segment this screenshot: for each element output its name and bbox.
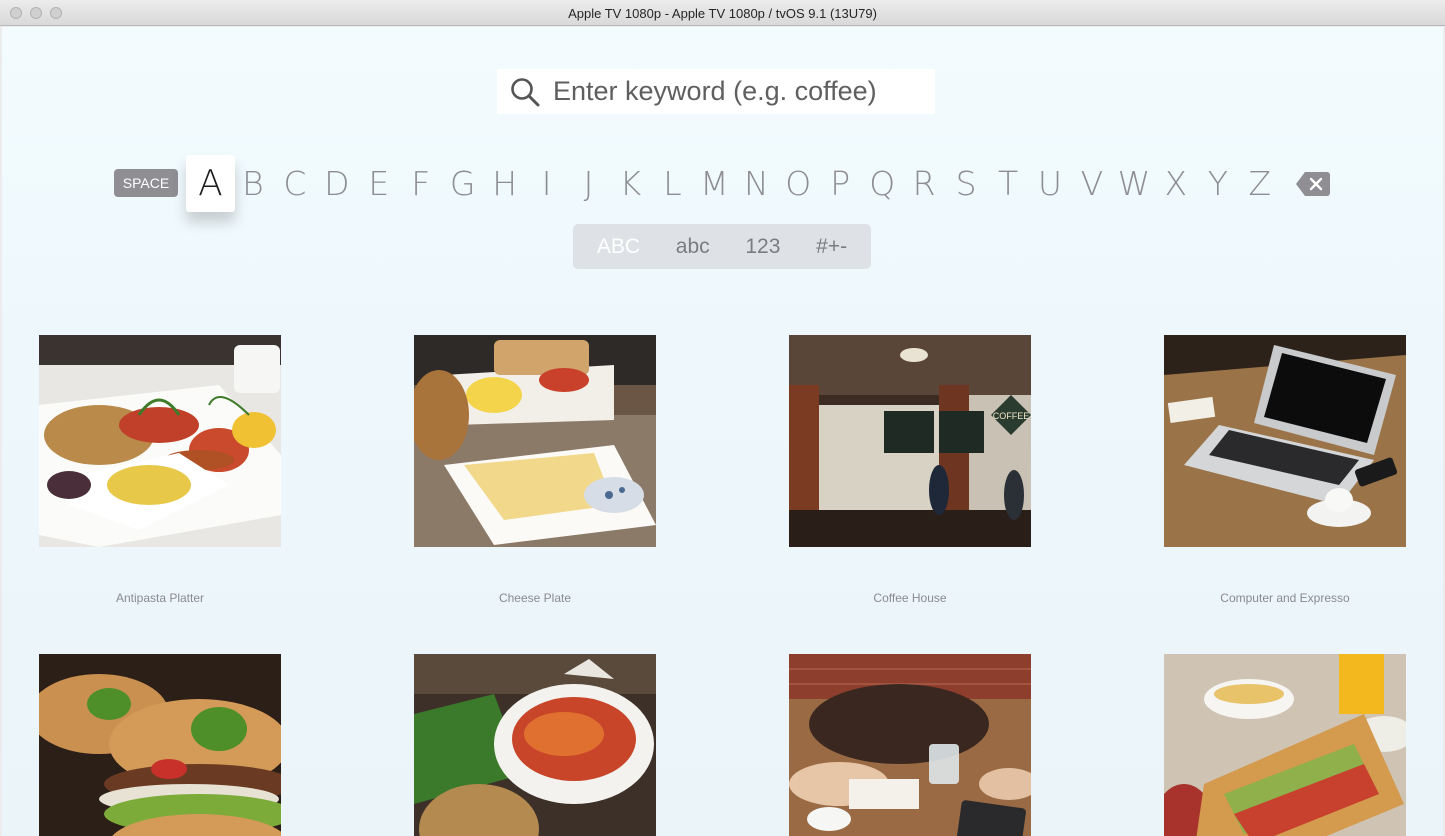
letter-key-e[interactable]: E bbox=[358, 155, 400, 211]
letter-key-z[interactable]: Z bbox=[1239, 155, 1281, 211]
letter-key-i[interactable]: I bbox=[526, 155, 568, 211]
letter-key-n[interactable]: N bbox=[735, 155, 777, 211]
cheese-plate-photo bbox=[414, 335, 656, 547]
letter-key-y[interactable]: Y bbox=[1197, 155, 1239, 211]
letter-key-g[interactable]: G bbox=[442, 155, 484, 211]
letter-key-w[interactable]: W bbox=[1113, 155, 1155, 211]
letter-key-q[interactable]: Q bbox=[861, 155, 903, 211]
letter-key-p[interactable]: P bbox=[819, 155, 861, 211]
result-tile[interactable] bbox=[39, 654, 281, 836]
burger-photo bbox=[39, 654, 281, 836]
search-input[interactable] bbox=[553, 76, 923, 107]
letter-key-c[interactable]: C bbox=[274, 155, 316, 211]
letter-key-t[interactable]: T bbox=[987, 155, 1029, 211]
result-tile[interactable] bbox=[414, 654, 656, 836]
letter-key-f[interactable]: F bbox=[400, 155, 442, 211]
keyboard-row: SPACE ABCDEFGHIJKLMNOPQRSTUVWXYZ bbox=[2, 155, 1443, 215]
laptop-espresso-photo bbox=[1164, 335, 1406, 547]
antipasta-platter-photo bbox=[39, 335, 281, 547]
mode-numbers[interactable]: 123 bbox=[745, 235, 780, 259]
pasta-bowl-photo bbox=[414, 654, 656, 836]
tv-screen: SPACE ABCDEFGHIJKLMNOPQRSTUVWXYZ ABC abc… bbox=[2, 27, 1443, 836]
letter-key-d[interactable]: D bbox=[316, 155, 358, 211]
mode-uppercase[interactable]: ABC bbox=[597, 235, 640, 259]
mode-lowercase[interactable]: abc bbox=[676, 235, 710, 259]
result-tile[interactable] bbox=[1164, 654, 1406, 836]
meeting-table-photo bbox=[789, 654, 1031, 836]
letter-key-x[interactable]: X bbox=[1155, 155, 1197, 211]
search-icon bbox=[511, 77, 540, 106]
keyboard-mode-selector: ABC abc 123 #+- bbox=[573, 224, 871, 269]
coffee-house-photo: COFFEE bbox=[789, 335, 1031, 547]
result-caption: Antipasta Platter bbox=[115, 591, 205, 605]
result-tile[interactable]: Computer and Expresso bbox=[1164, 335, 1406, 605]
result-caption: Computer and Expresso bbox=[1220, 591, 1350, 605]
letter-key-o[interactable]: O bbox=[777, 155, 819, 211]
letter-key-u[interactable]: U bbox=[1029, 155, 1071, 211]
letter-key-v[interactable]: V bbox=[1071, 155, 1113, 211]
search-bar[interactable] bbox=[497, 69, 935, 114]
result-tile[interactable]: Cheese Plate bbox=[414, 335, 656, 605]
letter-key-j[interactable]: J bbox=[568, 155, 610, 211]
delete-key-icon[interactable] bbox=[1296, 172, 1330, 196]
window-titlebar: Apple TV 1080p - Apple TV 1080p / tvOS 9… bbox=[0, 0, 1445, 26]
letter-key-b[interactable]: B bbox=[232, 155, 274, 211]
space-key[interactable]: SPACE bbox=[114, 169, 178, 197]
mode-symbols[interactable]: #+- bbox=[816, 235, 847, 259]
letter-key-r[interactable]: R bbox=[903, 155, 945, 211]
result-tile[interactable] bbox=[789, 654, 1031, 836]
result-caption: Cheese Plate bbox=[498, 591, 572, 605]
letter-key-a[interactable]: A bbox=[186, 155, 235, 212]
sandwich-soup-photo bbox=[1164, 654, 1406, 836]
letter-key-k[interactable]: K bbox=[610, 155, 652, 211]
letter-key-m[interactable]: M bbox=[693, 155, 735, 211]
letter-key-s[interactable]: S bbox=[945, 155, 987, 211]
result-caption: Coffee House bbox=[873, 591, 947, 605]
coffee-sign-text: COFFEE bbox=[993, 411, 1030, 421]
letter-key-h[interactable]: H bbox=[484, 155, 526, 211]
result-tile[interactable]: COFFEE Coffee House bbox=[789, 335, 1031, 605]
window-title: Apple TV 1080p - Apple TV 1080p / tvOS 9… bbox=[568, 6, 877, 21]
letter-key-l[interactable]: L bbox=[651, 155, 693, 211]
result-tile[interactable]: Antipasta Platter bbox=[39, 335, 281, 605]
